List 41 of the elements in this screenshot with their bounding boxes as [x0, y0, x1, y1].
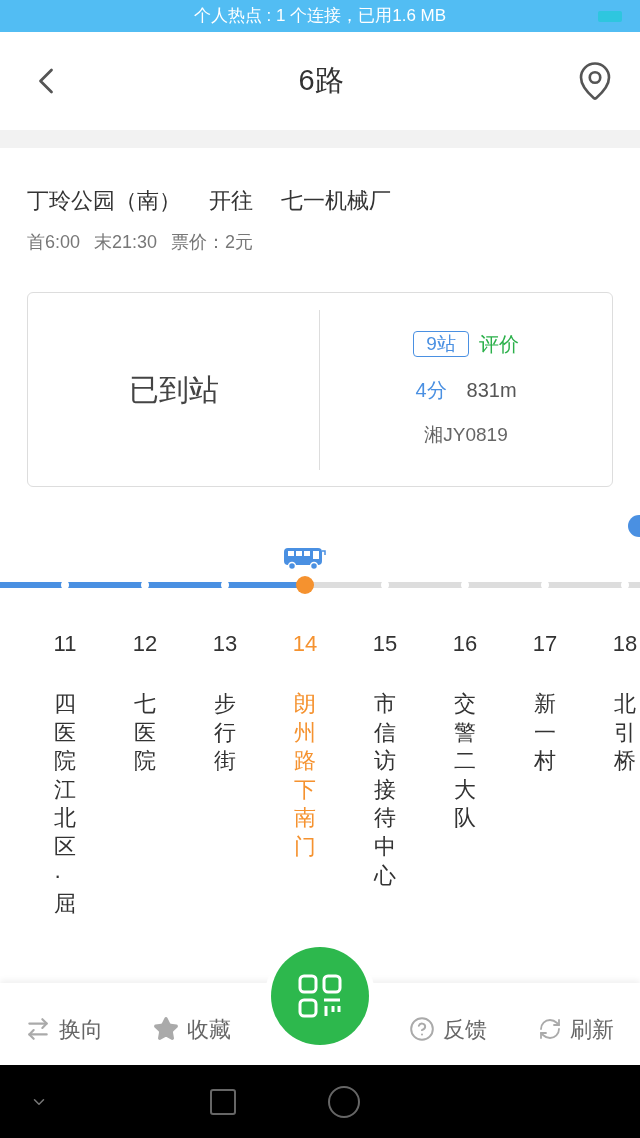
hotspot-status-text: 个人热点 : 1 个连接，已用1.6 MB [193, 5, 447, 28]
distance-away: 831m [466, 378, 517, 404]
arrival-status: 已到站 [128, 372, 219, 408]
direction-text: 开往 [209, 187, 253, 215]
star-icon [153, 1016, 179, 1042]
swap-arrows-icon [25, 1016, 51, 1042]
origin-stop: 丁玲公园（南） [27, 187, 181, 215]
bus-icon [282, 547, 328, 571]
battery-icon [598, 11, 622, 22]
stop-number: 16 [452, 630, 478, 658]
stop-number: 11 [53, 630, 77, 658]
stop-name[interactable]: 北引桥 [614, 690, 636, 776]
fare-text: 票价：2元 [171, 231, 254, 254]
toolbar-button[interactable]: 换向 [0, 1002, 128, 1046]
recent-apps-icon[interactable] [210, 1088, 236, 1115]
refresh-icon [538, 1017, 562, 1041]
stop-number: 13 [212, 630, 238, 658]
stop-name[interactable]: 新一村 [534, 690, 556, 776]
stop-number: 18 [612, 630, 638, 658]
destination-stop: 七一机械厂 [281, 187, 391, 215]
stop-name[interactable]: 交警二大队 [454, 690, 476, 833]
stop-number: 15 [372, 630, 398, 658]
stop-number: 14 [292, 630, 318, 658]
stop-name[interactable]: 市信访接待中心 [374, 690, 396, 891]
toolbar-button[interactable]: 收藏 [128, 1002, 256, 1046]
toolbar-button[interactable]: 刷新 [512, 1002, 640, 1046]
qr-code-icon [298, 974, 342, 1018]
toolbar-button[interactable]: 反馈 [384, 1002, 512, 1046]
page-title: 6路 [298, 63, 344, 99]
first-bus-time: 首6:00 [27, 231, 81, 254]
stops-away-badge: 9站 [413, 331, 469, 358]
home-icon[interactable] [328, 1085, 360, 1118]
stop-name[interactable]: 七医院 [134, 690, 156, 776]
stop-name[interactable]: 步行街 [214, 690, 236, 776]
help-icon [409, 1016, 435, 1042]
last-bus-time: 末21:30 [94, 231, 158, 254]
stop-number: 12 [132, 630, 158, 658]
stop-number: 17 [532, 630, 558, 658]
minutes-away: 4分 [415, 378, 447, 404]
stop-name[interactable]: 四医院江北区·屈 [54, 690, 76, 919]
bus-plate: 湘JY0819 [424, 423, 508, 448]
